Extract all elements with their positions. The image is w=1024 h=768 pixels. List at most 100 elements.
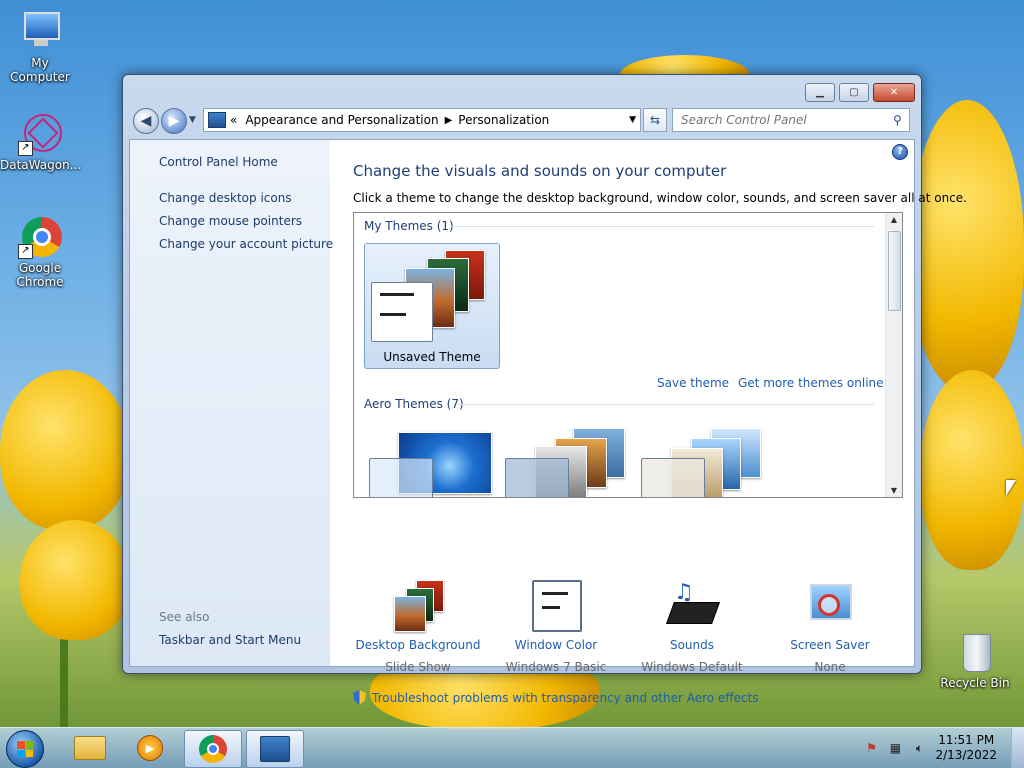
personalization-window: ▁ ▢ ✕ ◀ ▶ ▼ « Appearance and Personaliza… [122, 74, 967, 705]
desktop-icon-datawagon[interactable]: ↗ DataWagon... [0, 112, 82, 172]
clock[interactable]: 11:51 PM 2/13/2022 [935, 733, 997, 763]
desktop-icon-label: Recycle Bin [940, 676, 1010, 690]
theme-window-preview [505, 458, 569, 497]
screen-saver-option[interactable]: Screen Saver None [760, 580, 900, 674]
recent-pages-button[interactable]: ▼ [189, 115, 196, 125]
window-color-icon [530, 580, 582, 632]
clock-time: 11:51 PM [938, 733, 995, 747]
system-tray: ⚑ ▦ 🔈︎ 11:51 PM 2/13/2022 [863, 728, 1024, 768]
breadcrumb-separator-icon[interactable]: ▶ [445, 115, 453, 126]
shortcut-arrow-icon: ↗ [18, 244, 33, 259]
theme-architecture[interactable] [504, 427, 640, 497]
change-desktop-icons-link[interactable]: Change desktop icons [159, 191, 292, 205]
main-pane: ? Change the visuals and sounds on your … [330, 140, 967, 705]
desktop-background-value: Slide Show [385, 660, 451, 674]
media-player-icon: ▶ [137, 735, 163, 761]
troubleshoot-label[interactable]: Troubleshoot problems with transparency … [372, 691, 759, 705]
address-bar[interactable]: « Appearance and Personalization ▶ Perso… [203, 108, 641, 132]
taskbar-control-panel[interactable] [246, 730, 304, 768]
theme-window-preview [641, 458, 705, 497]
screen-saver-title[interactable]: Screen Saver [760, 638, 900, 652]
scroll-thumb[interactable] [888, 231, 901, 311]
window-color-value: Windows 7 Basic [505, 660, 607, 674]
troubleshoot-link[interactable]: Troubleshoot problems with transparency … [353, 690, 759, 705]
chrome-icon [199, 735, 227, 763]
theme-windows-7[interactable] [364, 427, 500, 497]
volume-icon[interactable]: 🔈︎ [911, 740, 927, 756]
minimize-button[interactable]: ▁ [805, 83, 835, 102]
taskbar-explorer[interactable] [62, 730, 118, 766]
see-also-heading: See also [159, 610, 210, 624]
taskbar-start-menu-link[interactable]: Taskbar and Start Menu [159, 633, 301, 647]
search-box[interactable]: ⚲ [672, 108, 910, 132]
taskbar-chrome[interactable] [184, 730, 242, 768]
close-button[interactable]: ✕ [873, 83, 915, 102]
sounds-option[interactable]: ♫ Sounds Windows Default [622, 580, 762, 674]
change-account-picture-link[interactable]: Change your account picture [159, 237, 333, 251]
computer-icon [18, 10, 62, 54]
group-divider [450, 226, 874, 227]
address-dropdown-icon[interactable]: ▼ [629, 115, 636, 125]
mouse-cursor-icon [1006, 480, 1016, 496]
desktop-icon-label: My Computer [10, 56, 70, 84]
save-theme-link[interactable]: Save theme [657, 376, 729, 390]
aero-themes-title: Aero Themes (7) [364, 397, 464, 411]
theme-characters[interactable] [640, 427, 776, 497]
breadcrumb-appearance[interactable]: Appearance and Personalization [245, 113, 438, 127]
chrome-icon: ↗ [18, 215, 62, 259]
window-color-option[interactable]: Window Color Windows 7 Basic [486, 580, 626, 674]
page-subheading: Click a theme to change the desktop back… [353, 191, 967, 205]
theme-window-preview [371, 282, 433, 342]
breadcrumb-personalization[interactable]: Personalization [458, 113, 549, 127]
refresh-button[interactable]: ⇆ [643, 108, 667, 132]
page-heading: Change the visuals and sounds on your co… [353, 162, 727, 180]
sounds-icon: ♫ [665, 580, 721, 632]
windows-logo-icon [17, 741, 33, 757]
shield-icon [353, 690, 366, 705]
change-mouse-pointers-link[interactable]: Change mouse pointers [159, 214, 302, 228]
desktop-background-option[interactable]: Desktop Background Slide Show [348, 580, 488, 674]
my-themes-title: My Themes (1) [364, 219, 454, 233]
themes-list: My Themes (1) Unsaved Theme Save theme G… [353, 212, 903, 498]
tulip-flower [910, 100, 1024, 390]
address-prefix[interactable]: « [230, 113, 237, 127]
refresh-icon: ⇆ [649, 113, 661, 127]
themes-scrollbar[interactable]: ▲ ▼ [885, 213, 902, 497]
desktop-icon-recycle-bin[interactable]: Recycle Bin [935, 630, 1015, 690]
navigation-bar: ◀ ▶ ▼ « Appearance and Personalization ▶… [131, 107, 913, 134]
caption-buttons: ▁ ▢ ✕ [801, 83, 915, 102]
get-more-themes-link[interactable]: Get more themes online [738, 376, 884, 390]
desktop-icon-label: Google Chrome [16, 261, 64, 289]
start-button[interactable] [6, 730, 44, 768]
back-button[interactable]: ◀ [133, 108, 159, 134]
sounds-value: Windows Default [641, 660, 743, 674]
control-panel-home-link[interactable]: Control Panel Home [159, 155, 278, 169]
tulip-flower [920, 370, 1024, 570]
desktop-background-title[interactable]: Desktop Background [348, 638, 488, 652]
theme-unsaved[interactable]: Unsaved Theme [364, 243, 500, 369]
window-color-title[interactable]: Window Color [486, 638, 626, 652]
tulip-flower [0, 370, 130, 530]
search-input[interactable] [679, 112, 893, 128]
clock-date: 2/13/2022 [935, 748, 997, 762]
sounds-title[interactable]: Sounds [622, 638, 762, 652]
folder-icon [74, 736, 106, 760]
taskbar-media-player[interactable]: ▶ [122, 730, 178, 766]
back-arrow-icon: ◀ [140, 113, 152, 129]
desktop-icon-my-computer[interactable]: My Computer [0, 10, 80, 84]
scroll-up-icon[interactable]: ▲ [886, 215, 902, 224]
desktop-icon-google-chrome[interactable]: ↗ Google Chrome [0, 215, 80, 289]
left-pane: Control Panel Home Change desktop icons … [130, 140, 333, 666]
help-icon[interactable]: ? [892, 144, 908, 160]
screen-saver-value: None [814, 660, 846, 674]
action-center-flag-icon[interactable]: ⚑ [863, 740, 879, 756]
tulip-flower [20, 520, 130, 640]
show-desktop-button[interactable] [1011, 728, 1024, 768]
network-icon[interactable]: ▦ [887, 740, 903, 756]
recycle-bin-icon [953, 630, 997, 674]
forward-button[interactable]: ▶ [161, 108, 187, 134]
maximize-button[interactable]: ▢ [839, 83, 869, 102]
search-icon[interactable]: ⚲ [893, 113, 902, 127]
scroll-down-icon[interactable]: ▼ [886, 486, 902, 495]
desktop-icon-label: DataWagon... [0, 158, 82, 172]
